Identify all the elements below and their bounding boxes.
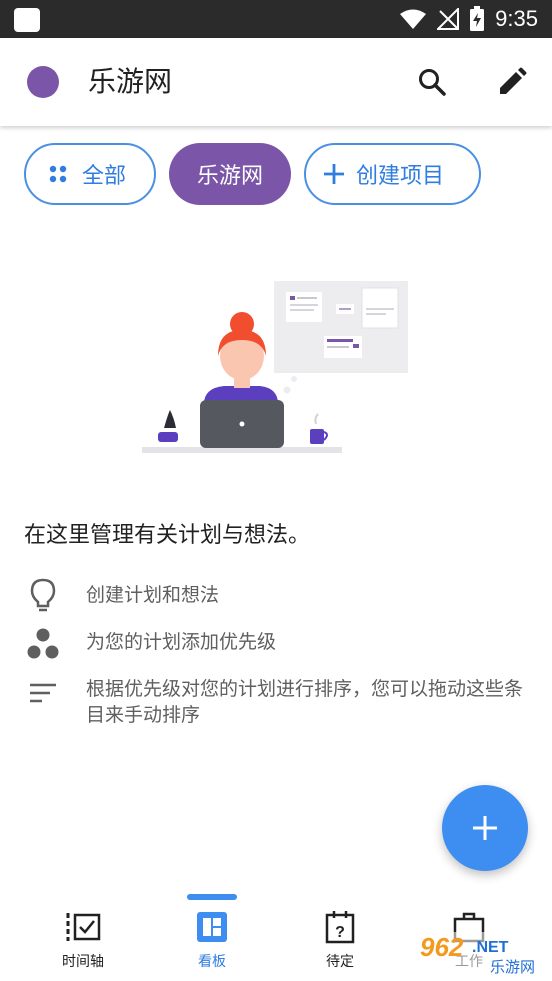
nav-label: 待定 [326,954,354,970]
lightbulb-icon [30,578,56,612]
create-project-button[interactable]: 创建项目 [304,143,481,205]
chip-all[interactable]: 全部 [24,143,156,205]
battery-charging-icon [470,6,485,31]
pencil-icon [500,67,527,94]
nav-label: 时间轴 [62,954,104,970]
edit-button[interactable] [488,58,536,106]
grid-dots-icon [49,165,67,183]
board-icon [197,912,227,942]
svg-text:乐游网: 乐游网 [490,958,535,976]
feature-text: 为您的计划添加优先级 [86,631,277,653]
chip-all-label: 全部 [82,164,127,189]
priority-icon [27,628,59,659]
feature-text: 创建计划和想法 [86,584,220,606]
plus-icon [473,816,497,840]
svg-text:?: ? [335,924,345,941]
chip-project-label: 乐游网 [196,164,263,189]
wifi-icon [400,9,427,29]
page-title: 乐游网 [88,65,173,98]
nav-board[interactable]: 看板 [157,893,267,981]
empty-state-illustration [142,281,408,453]
status-icons: 9:35 [399,6,538,32]
notification-icon [14,8,40,32]
watermark-logo: 962 .NET 乐游网 [412,932,548,976]
nav-pending[interactable]: ? 待定 [285,893,395,981]
svg-text:962: 962 [420,932,464,962]
no-signal-icon [437,8,460,30]
chip-project[interactable]: 乐游网 [169,143,291,205]
active-tab-indicator [187,894,237,900]
calendar-question-icon: ? [325,911,355,944]
plus-icon [324,164,344,184]
create-project-label: 创建项目 [356,164,445,189]
app-bar: 乐游网 [0,38,552,126]
project-color-dot[interactable] [27,66,59,98]
sort-lines-icon [30,683,56,703]
empty-state-heading: 在这里管理有关计划与想法。 [24,523,311,548]
status-bar: 9:35 [0,0,552,38]
search-icon [419,69,446,96]
nav-label: 看板 [198,954,226,970]
nav-timeline[interactable]: 时间轴 [28,893,138,981]
add-button[interactable] [442,785,528,871]
status-time: 9:35 [495,6,538,31]
search-button[interactable] [408,58,456,106]
svg-text:.NET: .NET [472,939,509,956]
feature-text: 根据优先级对您的计划进行排序，您可以拖动这些条目来手动排序 [86,678,524,726]
timeline-icon [66,913,101,941]
